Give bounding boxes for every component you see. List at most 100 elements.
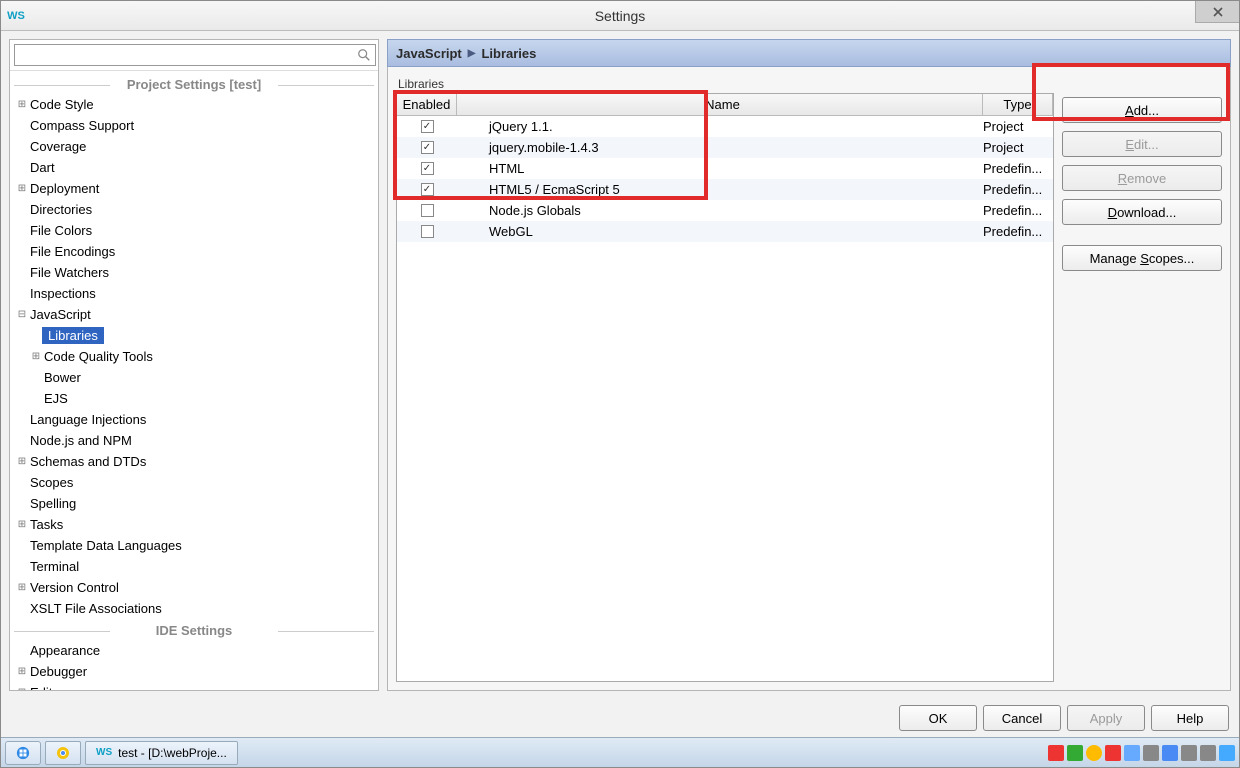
tree-item[interactable]: ⊞Schemas and DTDs	[10, 451, 378, 472]
tree-item[interactable]: ⊞Version Control	[10, 577, 378, 598]
taskbar-chrome[interactable]	[45, 741, 81, 765]
taskbar-webstorm[interactable]: WS test - [D:\webProje...	[85, 741, 238, 765]
tree-item[interactable]: File Encodings	[10, 241, 378, 262]
tree-item[interactable]: Spelling	[10, 493, 378, 514]
tree-item[interactable]: ⊞Code Style	[10, 94, 378, 115]
tree-item[interactable]: ⊞Debugger	[10, 661, 378, 682]
tree-item-label: EJS	[42, 391, 70, 406]
collapse-icon[interactable]: ⊟	[16, 309, 28, 320]
system-tray[interactable]	[1048, 745, 1235, 761]
download-button[interactable]: Download...	[1062, 199, 1222, 225]
table-row[interactable]: WebGLPredefin...	[397, 221, 1053, 242]
tree-item[interactable]: Dart	[10, 157, 378, 178]
tray-icon[interactable]	[1200, 745, 1216, 761]
tray-icon[interactable]	[1124, 745, 1140, 761]
tray-icon[interactable]	[1162, 745, 1178, 761]
taskbar-label: test - [D:\webProje...	[118, 746, 227, 760]
tree-item[interactable]: XSLT File Associations	[10, 598, 378, 619]
libraries-table: Enabled Name Type jQuery 1.1.Projectjque…	[396, 93, 1054, 682]
button-column: Add... Edit... Remove Download... Manage…	[1062, 75, 1222, 682]
enabled-checkbox[interactable]	[421, 183, 434, 196]
settings-window: WS Settings Project Settings [test]⊞Code…	[0, 0, 1240, 768]
expand-icon[interactable]: ⊞	[16, 687, 28, 690]
tree-item[interactable]: Directories	[10, 199, 378, 220]
dialog-body: Project Settings [test]⊞Code StyleCompas…	[1, 31, 1239, 699]
expand-icon[interactable]: ⊞	[16, 519, 28, 530]
library-name: jquery.mobile-1.4.3	[457, 140, 983, 155]
add-button[interactable]: Add...	[1062, 97, 1222, 123]
tree-item[interactable]: Node.js and NPM	[10, 430, 378, 451]
tree-item[interactable]: File Watchers	[10, 262, 378, 283]
expand-icon[interactable]: ⊞	[16, 666, 28, 677]
remove-button[interactable]: Remove	[1062, 165, 1222, 191]
col-type[interactable]: Type	[983, 94, 1053, 115]
tree-item[interactable]: Language Injections	[10, 409, 378, 430]
cancel-button[interactable]: Cancel	[983, 705, 1061, 731]
tree-item-label: Dart	[28, 160, 57, 175]
expand-icon[interactable]: ⊞	[30, 351, 42, 362]
tray-icon[interactable]	[1067, 745, 1083, 761]
tree-item-label: File Encodings	[28, 244, 117, 259]
table-row[interactable]: jQuery 1.1.Project	[397, 116, 1053, 137]
tray-volume-icon[interactable]	[1105, 745, 1121, 761]
tree-item[interactable]: ⊞Code Quality Tools	[10, 346, 378, 367]
tree-item-label: XSLT File Associations	[28, 601, 164, 616]
tree-item-label: Node.js and NPM	[28, 433, 134, 448]
tree-item[interactable]: Compass Support	[10, 115, 378, 136]
enabled-checkbox[interactable]	[421, 162, 434, 175]
tray-icon[interactable]	[1181, 745, 1197, 761]
tree-item-label: Inspections	[28, 286, 98, 301]
tree-item[interactable]: Inspections	[10, 283, 378, 304]
tree-item[interactable]: Template Data Languages	[10, 535, 378, 556]
tree-item-label: Coverage	[28, 139, 88, 154]
tree-item[interactable]: Bower	[10, 367, 378, 388]
tree-item[interactable]: ⊟JavaScript	[10, 304, 378, 325]
tray-icon[interactable]	[1143, 745, 1159, 761]
tree-item[interactable]: Coverage	[10, 136, 378, 157]
library-type: Project	[983, 140, 1053, 155]
table-row[interactable]: HTMLPredefin...	[397, 158, 1053, 179]
tree-item[interactable]: ⊞Editor	[10, 682, 378, 690]
tree-item[interactable]: Scopes	[10, 472, 378, 493]
tree-item[interactable]: ⊞Deployment	[10, 178, 378, 199]
tree-item[interactable]: Terminal	[10, 556, 378, 577]
start-button[interactable]	[5, 741, 41, 765]
table-row[interactable]: Node.js GlobalsPredefin...	[397, 200, 1053, 221]
expand-icon[interactable]: ⊞	[16, 456, 28, 467]
enabled-checkbox[interactable]	[421, 141, 434, 154]
tree-item-label: Code Quality Tools	[42, 349, 155, 364]
enabled-checkbox[interactable]	[421, 225, 434, 238]
libraries-label: Libraries	[398, 77, 1054, 91]
tree-item[interactable]: EJS	[10, 388, 378, 409]
enabled-checkbox[interactable]	[421, 204, 434, 217]
enabled-checkbox[interactable]	[421, 120, 434, 133]
edit-button[interactable]: Edit...	[1062, 131, 1222, 157]
tree-item[interactable]: File Colors	[10, 220, 378, 241]
tray-icon[interactable]	[1048, 745, 1064, 761]
libraries-area: Libraries Enabled Name Type jQuery 1.1.P…	[396, 75, 1054, 682]
manage-scopes-button[interactable]: Manage Scopes...	[1062, 245, 1222, 271]
breadcrumb-item[interactable]: JavaScript	[396, 46, 462, 61]
col-enabled[interactable]: Enabled	[397, 94, 457, 115]
table-row[interactable]: jquery.mobile-1.4.3Project	[397, 137, 1053, 158]
breadcrumb-item[interactable]: Libraries	[481, 46, 536, 61]
tray-icon[interactable]	[1219, 745, 1235, 761]
search-input[interactable]	[14, 44, 376, 66]
help-button[interactable]: Help	[1151, 705, 1229, 731]
close-button[interactable]	[1195, 1, 1239, 23]
expand-icon[interactable]: ⊞	[16, 99, 28, 110]
settings-tree[interactable]: Project Settings [test]⊞Code StyleCompas…	[10, 71, 378, 690]
table-row[interactable]: HTML5 / EcmaScript 5Predefin...	[397, 179, 1053, 200]
tree-item[interactable]: Libraries	[10, 325, 378, 346]
tree-item[interactable]: ⊞Tasks	[10, 514, 378, 535]
col-name[interactable]: Name	[457, 94, 983, 115]
tree-item-label: Code Style	[28, 97, 96, 112]
apply-button[interactable]: Apply	[1067, 705, 1145, 731]
expand-icon[interactable]: ⊞	[16, 183, 28, 194]
ok-button[interactable]: OK	[899, 705, 977, 731]
tray-icon[interactable]	[1086, 745, 1102, 761]
expand-icon[interactable]: ⊞	[16, 582, 28, 593]
tree-item[interactable]: Appearance	[10, 640, 378, 661]
library-type: Predefin...	[983, 224, 1053, 239]
titlebar: WS Settings	[1, 1, 1239, 31]
